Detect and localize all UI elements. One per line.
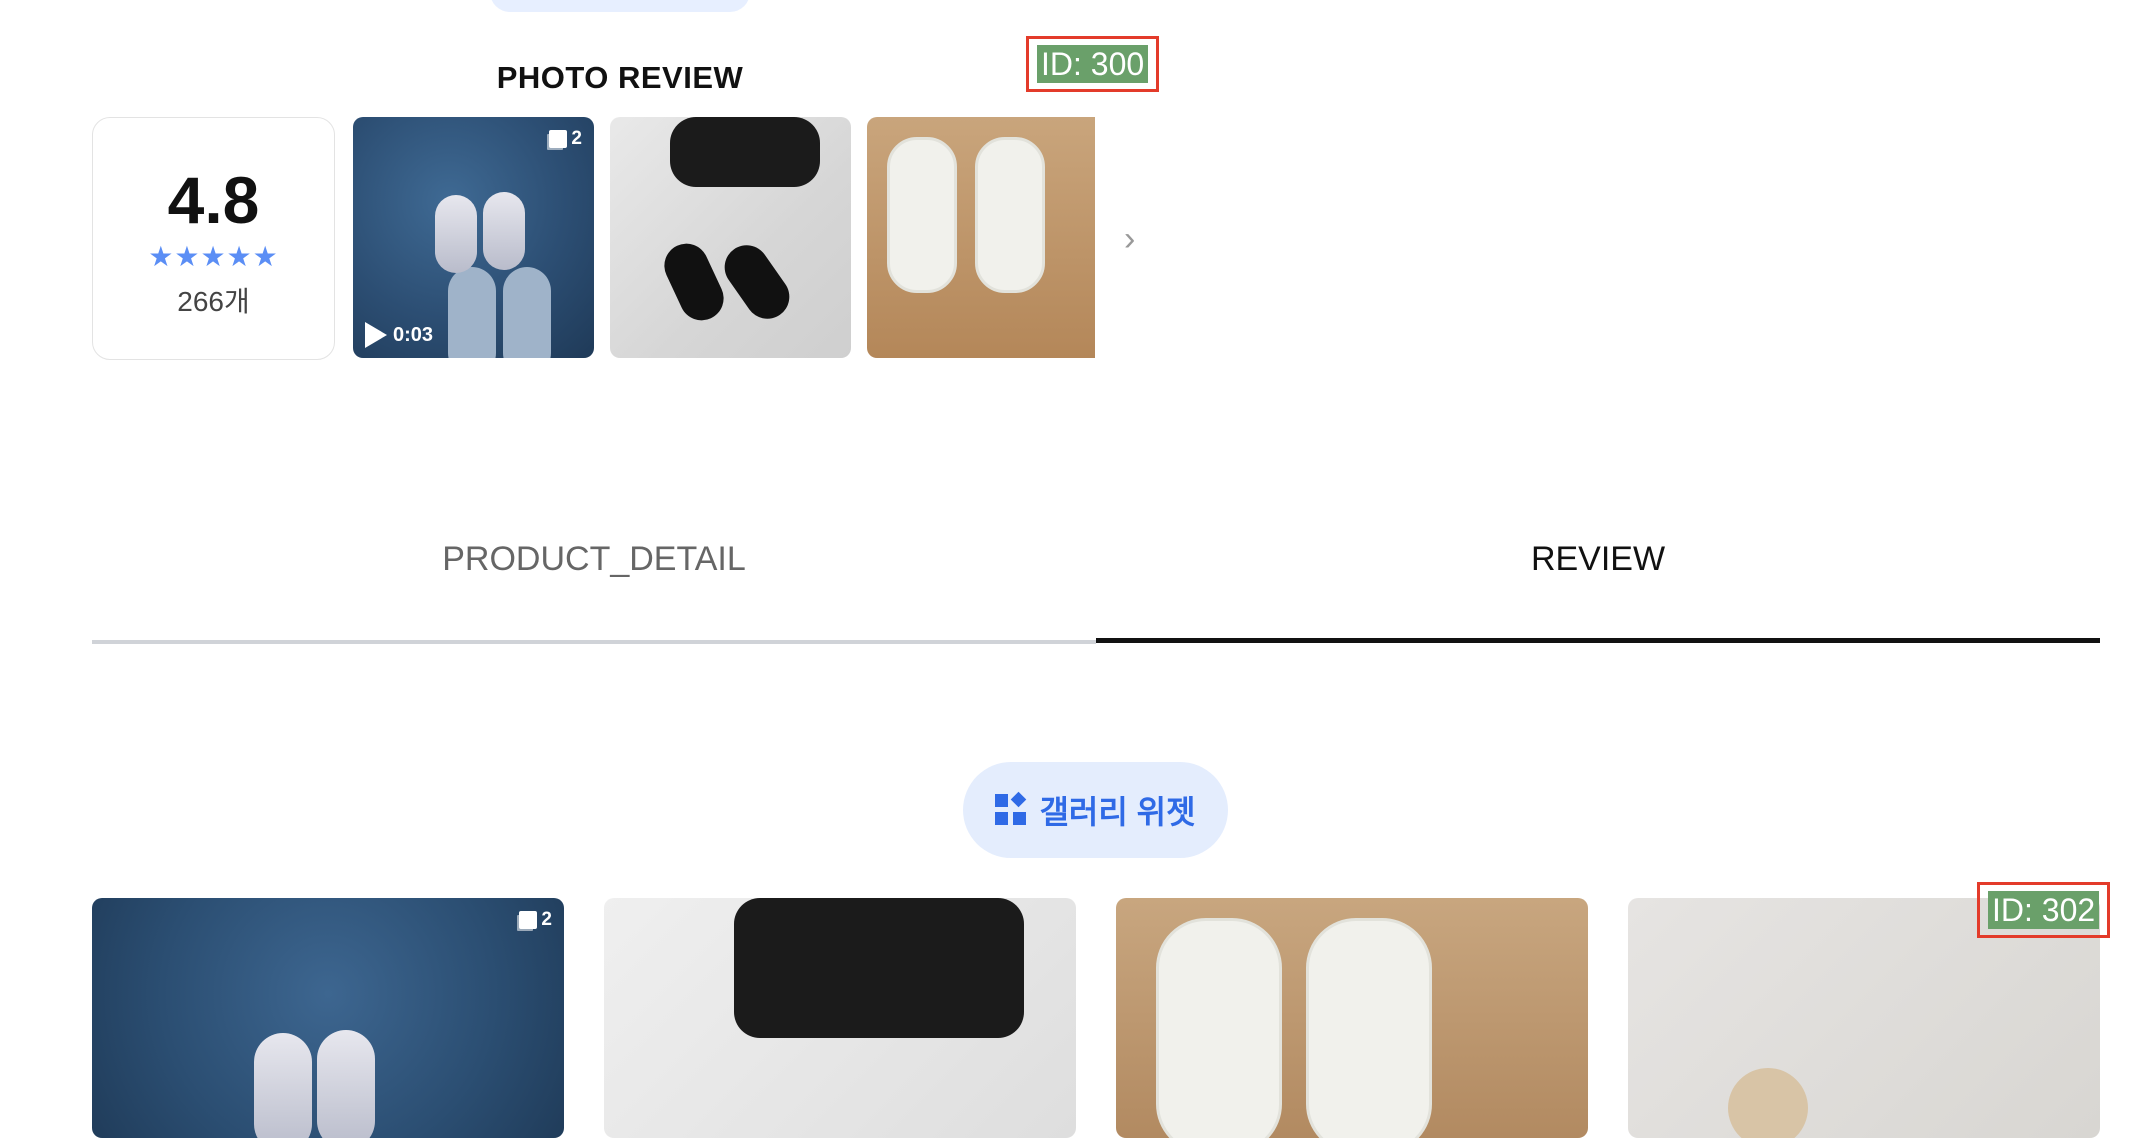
- photo-review-title: PHOTO REVIEW: [496, 60, 744, 95]
- shoe-image: [435, 195, 477, 273]
- gallery-widget-button[interactable]: 갤러리 위젯: [963, 762, 1228, 858]
- rating-summary-card[interactable]: 4.8 ★★★★★ 266개: [92, 117, 335, 360]
- tab-underline-active: [1096, 638, 2100, 643]
- multi-photo-icon: 2: [549, 128, 582, 150]
- shoe-image: [1156, 918, 1282, 1138]
- shoe-image: [657, 236, 731, 328]
- chevron-right-icon[interactable]: ›: [1124, 222, 1144, 256]
- rating-value: 4.8: [167, 163, 260, 237]
- review-count: 266개: [177, 286, 250, 317]
- video-badge: 0:03: [365, 322, 433, 348]
- tab-review[interactable]: REVIEW: [1096, 540, 2100, 579]
- leg-shape: [503, 267, 551, 358]
- video-duration: 0:03: [393, 323, 434, 346]
- id-annotation-text: ID: 300: [1037, 45, 1149, 83]
- leg-shape: [448, 267, 496, 358]
- gallery-photo[interactable]: 2: [92, 898, 564, 1138]
- shoe-image: [975, 137, 1045, 293]
- multi-photo-icon: 2: [519, 909, 552, 931]
- shoe-image: [1306, 918, 1432, 1138]
- gallery-photo[interactable]: [604, 898, 1076, 1138]
- tab-product-detail[interactable]: PRODUCT_DETAIL: [92, 540, 1096, 579]
- bag-image: [670, 117, 820, 187]
- gallery-widget-label: 갤러리 위젯: [1039, 794, 1196, 830]
- shoe-image: [887, 137, 957, 293]
- shoe-image: [317, 1030, 375, 1138]
- photo-review-thumbnail[interactable]: [610, 117, 851, 358]
- id-annotation-text: ID: 302: [1988, 891, 2100, 929]
- shoe-image: [716, 236, 798, 328]
- photo-review-thumbnail[interactable]: [867, 117, 1095, 358]
- shoe-image: [254, 1033, 312, 1138]
- photo-review-thumbnail[interactable]: 2 0:03: [353, 117, 594, 358]
- top-button-partial[interactable]: [490, 0, 750, 12]
- id-annotation-300: ID: 300: [1026, 36, 1160, 92]
- id-annotation-302: ID: 302: [1977, 882, 2111, 938]
- gallery-photo[interactable]: [1116, 898, 1588, 1138]
- widget-icon: [995, 791, 1027, 826]
- shoe-image: [483, 192, 525, 270]
- bag-image: [734, 898, 1024, 1038]
- play-icon: [365, 322, 387, 348]
- tab-underline: [92, 640, 1096, 644]
- star-rating-icon: ★★★★★: [148, 241, 279, 272]
